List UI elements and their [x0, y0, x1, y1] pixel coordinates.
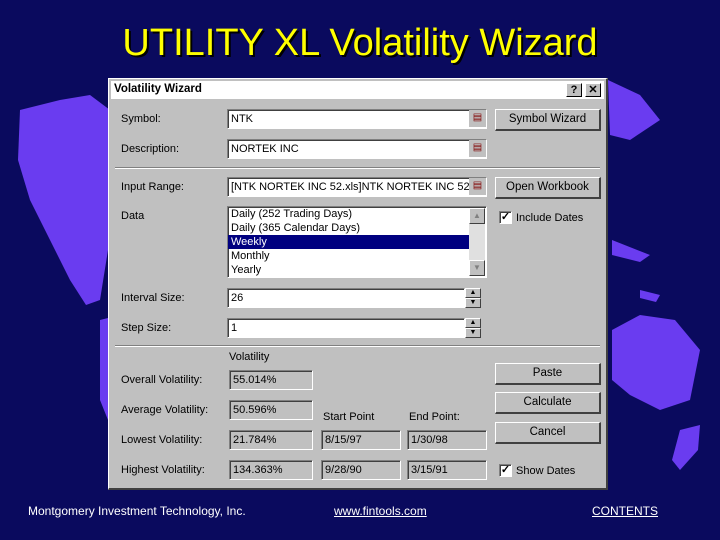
symbol-label: Symbol:: [121, 113, 161, 125]
include-dates-checkbox[interactable]: ✓: [499, 211, 512, 224]
step-size-stepper[interactable]: ▲ ▼: [465, 318, 481, 338]
close-button[interactable]: ✕: [585, 83, 601, 97]
pacific-islands-shape: [640, 290, 660, 302]
footer-company: Montgomery Investment Technology, Inc.: [28, 504, 246, 518]
highest-start-point: 9/28/90: [321, 460, 401, 480]
lowest-volatility-label: Lowest Volatility:: [121, 434, 203, 446]
spin-up-icon[interactable]: ▲: [465, 318, 481, 328]
average-volatility-value: 50.596%: [229, 400, 313, 420]
volatility-header: Volatility: [229, 351, 270, 363]
paste-button[interactable]: Paste: [495, 363, 601, 385]
spin-down-icon[interactable]: ▼: [465, 298, 481, 308]
separator: [115, 345, 600, 347]
list-item[interactable]: Yearly: [228, 263, 469, 277]
data-label: Data: [121, 210, 145, 222]
average-volatility-label: Average Volatility:: [121, 404, 209, 416]
lowest-start-point: 8/15/97: [321, 430, 401, 450]
description-field[interactable]: NORTEK INC: [227, 139, 487, 159]
lowest-end-point: 1/30/98: [407, 430, 487, 450]
list-scrollbar[interactable]: ▲ ▼: [469, 208, 485, 276]
symbol-range-picker-icon[interactable]: ▤: [469, 110, 486, 127]
south-america-shape: [100, 318, 108, 420]
volatility-wizard-dialog: Volatility Wizard ? ✕ Symbol: NTK ▤ Symb…: [108, 78, 608, 490]
overall-volatility-label: Overall Volatility:: [121, 374, 203, 386]
footer-website-link[interactable]: www.fintools.com: [334, 504, 427, 518]
end-point-header: End Point:: [409, 411, 460, 423]
australia-shape: [612, 315, 700, 410]
include-dates-label: Include Dates: [516, 212, 584, 224]
step-size-field[interactable]: 1: [227, 318, 465, 338]
highest-end-point: 3/15/91: [407, 460, 487, 480]
interval-size-stepper[interactable]: ▲ ▼: [465, 288, 481, 308]
dialog-titlebar[interactable]: Volatility Wizard ? ✕: [111, 81, 604, 99]
description-label: Description:: [121, 143, 180, 155]
show-dates-checkbox[interactable]: ✓: [499, 464, 512, 477]
interval-size-field[interactable]: 26: [227, 288, 465, 308]
open-workbook-button[interactable]: Open Workbook: [495, 177, 601, 199]
spin-down-icon[interactable]: ▼: [465, 328, 481, 338]
step-size-label: Step Size:: [121, 322, 172, 334]
scroll-down-icon[interactable]: ▼: [469, 260, 485, 276]
highest-volatility-label: Highest Volatility:: [121, 464, 205, 476]
spin-up-icon[interactable]: ▲: [465, 288, 481, 298]
symbol-field[interactable]: NTK: [227, 109, 487, 129]
list-item[interactable]: Monthly: [228, 249, 469, 263]
interval-size-label: Interval Size:: [121, 292, 185, 304]
data-frequency-listbox[interactable]: Daily (252 Trading Days) Daily (365 Cale…: [227, 206, 487, 278]
north-america-shape: [18, 95, 110, 305]
lowest-volatility-value: 21.784%: [229, 430, 313, 450]
list-item[interactable]: Daily (365 Calendar Days): [228, 221, 469, 235]
slide-title: UTILITY XL Volatility Wizard: [122, 22, 598, 64]
input-range-picker-icon[interactable]: ▤: [469, 178, 486, 195]
highest-volatility-value: 134.363%: [229, 460, 313, 480]
dialog-title: Volatility Wizard: [114, 83, 202, 95]
overall-volatility-value: 55.014%: [229, 370, 313, 390]
start-point-header: Start Point: [323, 411, 375, 423]
scroll-up-icon[interactable]: ▲: [469, 208, 485, 224]
show-dates-label: Show Dates: [516, 465, 576, 477]
calculate-button[interactable]: Calculate: [495, 392, 601, 414]
list-item[interactable]: Daily (252 Trading Days): [228, 207, 469, 221]
help-button[interactable]: ?: [566, 83, 582, 97]
cancel-button[interactable]: Cancel: [495, 422, 601, 444]
list-item-selected[interactable]: Weekly: [228, 235, 469, 249]
new-zealand-shape: [672, 425, 700, 470]
separator: [115, 167, 600, 169]
input-range-field[interactable]: [NTK NORTEK INC 52.xls]NTK NORTEK INC 52…: [227, 177, 487, 197]
description-range-picker-icon[interactable]: ▤: [469, 140, 486, 157]
asia-shape: [608, 80, 660, 140]
input-range-label: Input Range:: [121, 181, 184, 193]
indonesia-shape: [612, 240, 650, 262]
contents-link[interactable]: CONTENTS: [592, 504, 658, 518]
symbol-wizard-button[interactable]: Symbol Wizard: [495, 109, 601, 131]
